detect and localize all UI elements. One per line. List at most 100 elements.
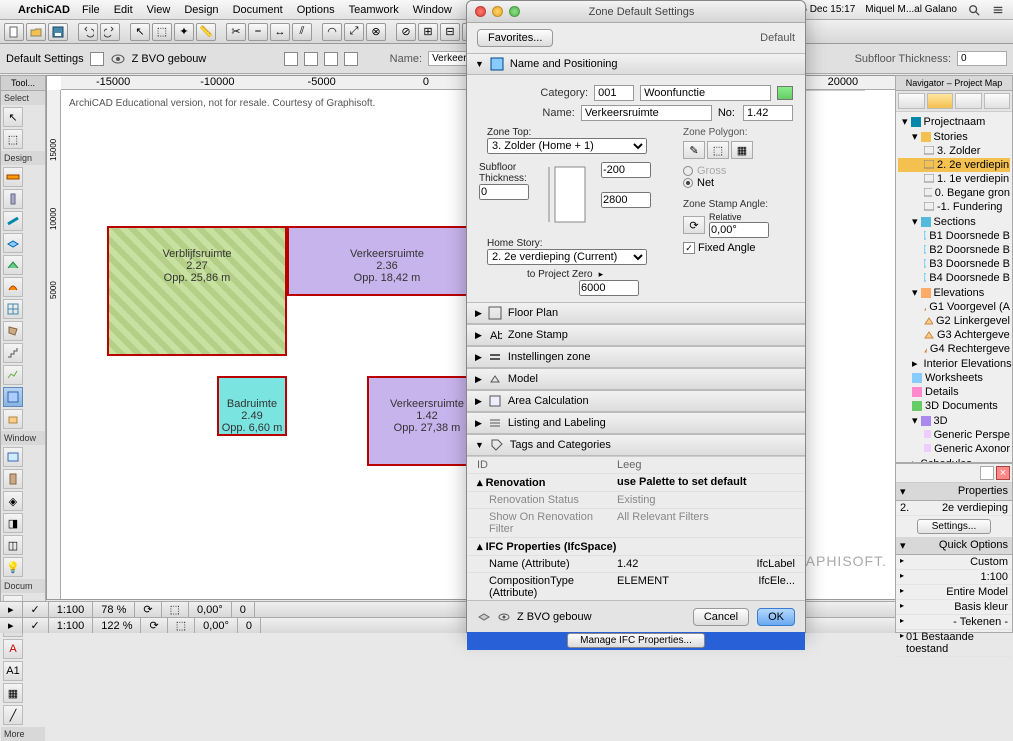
tool-shell-icon[interactable] <box>3 277 23 297</box>
tool-skylight-icon[interactable]: ◈ <box>3 491 23 511</box>
tool-stair-icon[interactable] <box>3 343 23 363</box>
tb-new-icon[interactable] <box>4 23 24 41</box>
tree-3d-perspective[interactable]: Generic Perspe <box>898 428 1010 442</box>
tool-window-icon[interactable] <box>3 447 23 467</box>
tb-ungroup-icon[interactable]: ⊟ <box>440 23 460 41</box>
room-5[interactable]: Badruimte2.49Opp. 6,60 m <box>217 376 287 436</box>
sb1-zoom[interactable]: 78 % <box>93 602 135 617</box>
tb-cut-icon[interactable]: ✂ <box>226 23 246 41</box>
tree-interior-elevations[interactable]: ▸ Interior Elevations <box>898 356 1010 371</box>
sb2-angle[interactable]: 0,00° <box>195 618 238 633</box>
tool-roof-icon[interactable] <box>3 255 23 275</box>
section-zone-stamp[interactable]: ▶AbZone Stamp <box>467 324 805 346</box>
prop-manage-ifc[interactable]: Manage IFC Properties... <box>467 631 805 651</box>
section-instellingen[interactable]: ▶Instellingen zone <box>467 346 805 368</box>
prop-ifc-group[interactable]: ▴ IFC Properties (IfcSpace) <box>467 538 805 556</box>
category-name-input[interactable] <box>640 85 771 101</box>
subfloor-input[interactable] <box>957 51 1007 66</box>
sb1-angle[interactable]: 0,00° <box>189 602 232 617</box>
tool-beam-icon[interactable] <box>3 211 23 231</box>
zone-name-input[interactable] <box>581 105 712 121</box>
room-4[interactable]: Verkeersruimte2.36Opp. 18,42 m <box>287 226 487 296</box>
menu-teamwork[interactable]: Teamwork <box>349 4 399 16</box>
prop-renovation[interactable]: ▴ Renovationuse Palette to set default <box>467 474 805 492</box>
project-zero-dropdown-icon[interactable]: ▸ <box>599 269 604 280</box>
tree-story-0[interactable]: 0. Begane gron <box>898 186 1010 200</box>
tool-fill-icon[interactable]: ▦ <box>3 683 23 703</box>
tree-section-b4[interactable]: B4 Doorsnede B <box>898 271 1010 285</box>
notifications-icon[interactable] <box>991 4 1005 16</box>
elevation-input[interactable] <box>579 280 639 296</box>
tree-3d[interactable]: ▾ 3D <box>898 413 1010 428</box>
tree-schedules[interactable]: ▸ Schedules <box>898 456 1010 463</box>
tree-elev-g4[interactable]: G4 Rechtergeve <box>898 342 1010 356</box>
quick-options-header[interactable]: ▾Quick Options <box>896 537 1012 555</box>
prop-ifc-name[interactable]: Name (Attribute)1.42IfcLabel <box>467 556 805 573</box>
sb2-check-icon[interactable]: ✓ <box>23 618 49 633</box>
menu-view[interactable]: View <box>147 4 171 16</box>
prop-ifc-composition[interactable]: CompositionType (Attribute)ELEMENTIfcEle… <box>467 573 805 602</box>
nav-tab-project-icon[interactable] <box>898 93 925 109</box>
geometry-method-3-icon[interactable] <box>324 52 338 66</box>
tool-column-icon[interactable] <box>3 189 23 209</box>
qo-model[interactable]: ▸Entire Model <box>896 585 1012 600</box>
sb2-arrow-icon[interactable]: ▸ <box>0 618 23 633</box>
tool-curtain-icon[interactable] <box>3 299 23 319</box>
window-zoom-icon[interactable] <box>509 6 520 17</box>
tree-section-b2[interactable]: B2 Doorsnede B <box>898 243 1010 257</box>
home-story-select[interactable]: 2. 2e verdieping (Current) <box>487 249 647 265</box>
tb-arrow-icon[interactable]: ↖ <box>130 23 150 41</box>
tree-worksheets[interactable]: Worksheets <box>898 371 1010 385</box>
polygon-method-2-icon[interactable]: ⬚ <box>707 141 729 159</box>
properties-settings-button[interactable]: Settings... <box>917 519 991 534</box>
qo-bestaande[interactable]: ▸01 Bestaande toestand <box>896 630 1012 657</box>
sb2-zoom[interactable]: 122 % <box>93 618 141 633</box>
window-minimize-icon[interactable] <box>492 6 503 17</box>
sb2-rotate-icon[interactable]: ⟳ <box>141 618 167 633</box>
tb-redo-icon[interactable] <box>100 23 120 41</box>
tb-open-icon[interactable] <box>26 23 46 41</box>
spotlight-icon[interactable] <box>967 4 981 16</box>
qo-tekenen[interactable]: ▸- Tekenen - <box>896 615 1012 630</box>
bottom-layer-name[interactable]: Z BVO gebouw <box>517 611 592 623</box>
tool-marquee-icon[interactable]: ⬚ <box>3 129 23 149</box>
tree-elev-g1[interactable]: G1 Voorgevel (A <box>898 300 1010 314</box>
tool-morph-icon[interactable] <box>3 321 23 341</box>
dialog-titlebar[interactable]: Zone Default Settings <box>467 1 805 23</box>
menu-document[interactable]: Document <box>233 4 283 16</box>
tool-zone-icon[interactable] <box>3 387 23 407</box>
layer-name[interactable]: Z BVO gebouw <box>132 53 212 65</box>
section-model[interactable]: ▶Model <box>467 368 805 390</box>
fixed-angle-checkbox[interactable]: ✓Fixed Angle <box>683 242 793 254</box>
menu-design[interactable]: Design <box>184 4 218 16</box>
offset-top-input[interactable] <box>601 162 651 178</box>
tool-corner-window-icon[interactable]: ◨ <box>3 513 23 533</box>
nav-tab-view-icon[interactable] <box>927 93 954 109</box>
tb-measure-icon[interactable]: 📏 <box>196 23 216 41</box>
eye-visibility-icon[interactable] <box>497 610 511 624</box>
zone-top-select[interactable]: 3. Zolder (Home + 1) <box>487 138 647 154</box>
menu-window[interactable]: Window <box>413 4 452 16</box>
tb-adjust-icon[interactable]: ↔ <box>270 23 290 41</box>
panel-close-icon[interactable]: × <box>996 466 1010 480</box>
tb-resize-icon[interactable]: ⤢ <box>344 23 364 41</box>
eye-icon[interactable] <box>110 52 126 66</box>
navigator-tree[interactable]: ▾ Projectnaam ▾ Stories 3. Zolder 2. 2e … <box>896 112 1012 463</box>
tree-project-root[interactable]: ▾ Projectnaam <box>898 114 1010 129</box>
sb2-elev[interactable]: 0 <box>238 618 261 633</box>
subfloor-thk-input[interactable] <box>479 184 529 200</box>
polygon-method-1-icon[interactable]: ✎ <box>683 141 705 159</box>
tree-sections[interactable]: ▾ Sections <box>898 214 1010 229</box>
tool-mesh-icon[interactable] <box>3 365 23 385</box>
tb-save-icon[interactable] <box>48 23 68 41</box>
geometry-method-1-icon[interactable] <box>284 52 298 66</box>
nav-tab-publisher-icon[interactable] <box>984 93 1011 109</box>
tb-undo-icon[interactable] <box>78 23 98 41</box>
category-code-input[interactable] <box>594 85 634 101</box>
tb-group-icon[interactable]: ⊞ <box>418 23 438 41</box>
tree-section-b1[interactable]: B1 Doorsnede B <box>898 229 1010 243</box>
properties-header[interactable]: ▾Properties <box>896 483 1012 501</box>
tree-details[interactable]: Details <box>898 385 1010 399</box>
qo-scale[interactable]: ▸1:100 <box>896 570 1012 585</box>
room-1[interactable]: Verblijfsruimte2.27Opp. 25,86 m <box>107 226 287 356</box>
